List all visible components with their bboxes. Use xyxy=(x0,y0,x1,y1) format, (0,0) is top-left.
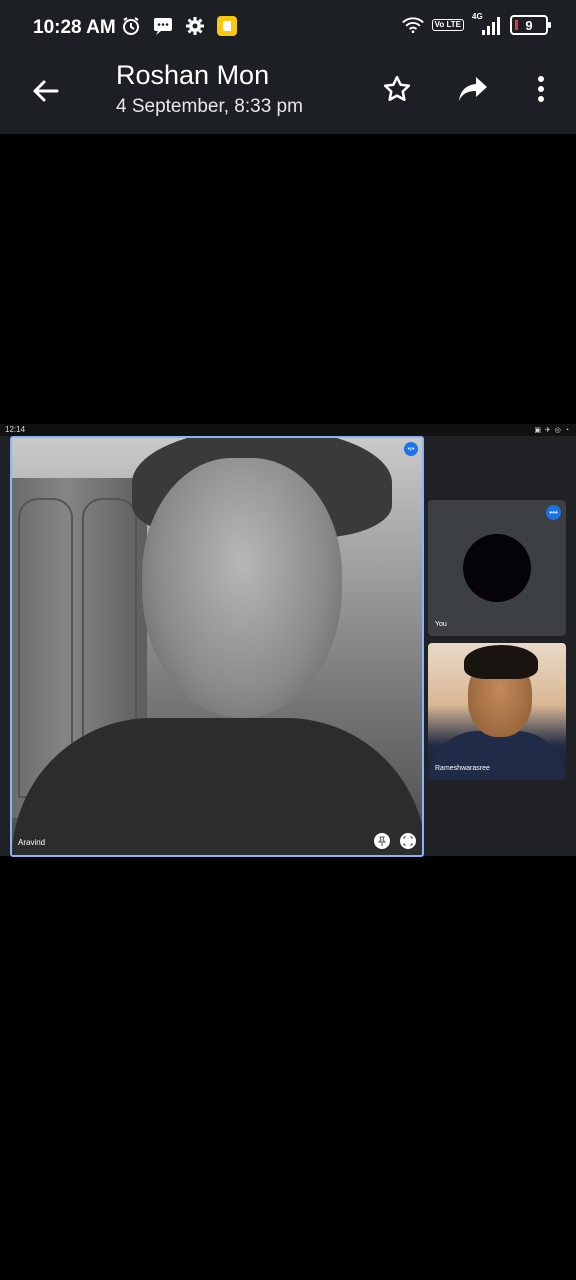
favorite-button[interactable] xyxy=(378,70,416,108)
share-button[interactable] xyxy=(454,70,492,108)
participant-name: Rameshwarasree xyxy=(435,765,490,772)
battery-icon: 9 xyxy=(510,15,551,35)
participant-name: You xyxy=(435,621,447,628)
back-button[interactable] xyxy=(26,72,64,110)
status-time: 10:28 AM xyxy=(33,17,116,38)
fullscreen-button xyxy=(400,833,416,849)
embedded-status-time: 12:14 xyxy=(5,425,26,434)
notification-app-icon xyxy=(216,15,238,37)
status-bar: 10:28 AM Vo LTE 4G 9 xyxy=(0,0,576,56)
gear-icon xyxy=(184,15,206,37)
participant-video-face xyxy=(142,458,342,718)
participant-tile-thumbnail: Rameshwarasree xyxy=(428,643,566,780)
participant-video-hair xyxy=(464,645,538,679)
embedded-status-bar: 12:14 ▣ ✈ ◎ ◔ xyxy=(0,424,576,436)
participant-tile-main: •ı• Aravind xyxy=(10,436,424,857)
participant-tile-self: ••• You xyxy=(428,500,566,636)
volte-badge: Vo LTE xyxy=(431,19,464,31)
battery-level: 9 xyxy=(525,17,533,33)
wifi-icon xyxy=(401,14,424,36)
more-vert-icon xyxy=(538,76,544,102)
participant-name: Aravind xyxy=(18,838,46,847)
pin-icon xyxy=(377,836,387,846)
signal-icon: 4G xyxy=(472,12,502,36)
alarm-icon xyxy=(120,15,142,37)
more-options-button[interactable] xyxy=(522,70,560,108)
pin-button xyxy=(374,833,390,849)
back-arrow-icon xyxy=(33,80,59,102)
message-icon xyxy=(152,15,174,37)
star-icon xyxy=(383,75,411,101)
more-horiz-icon: ••• xyxy=(546,505,561,520)
viewed-image[interactable]: 12:14 ▣ ✈ ◎ ◔ •ı• Aravind ••• You Ramesh… xyxy=(0,424,576,857)
page-title: Roshan Mon xyxy=(116,60,270,90)
avatar xyxy=(463,534,531,602)
app-bar: Roshan Mon 4 September, 8:33 pm xyxy=(0,56,576,134)
fullscreen-icon xyxy=(403,836,413,846)
participant-video-body xyxy=(428,731,566,780)
speaking-indicator-icon: •ı• xyxy=(404,442,418,456)
embedded-status-icons: ▣ ✈ ◎ ◔ xyxy=(534,427,570,434)
page-subtitle: 4 September, 8:33 pm xyxy=(116,96,303,117)
share-icon xyxy=(459,77,487,101)
